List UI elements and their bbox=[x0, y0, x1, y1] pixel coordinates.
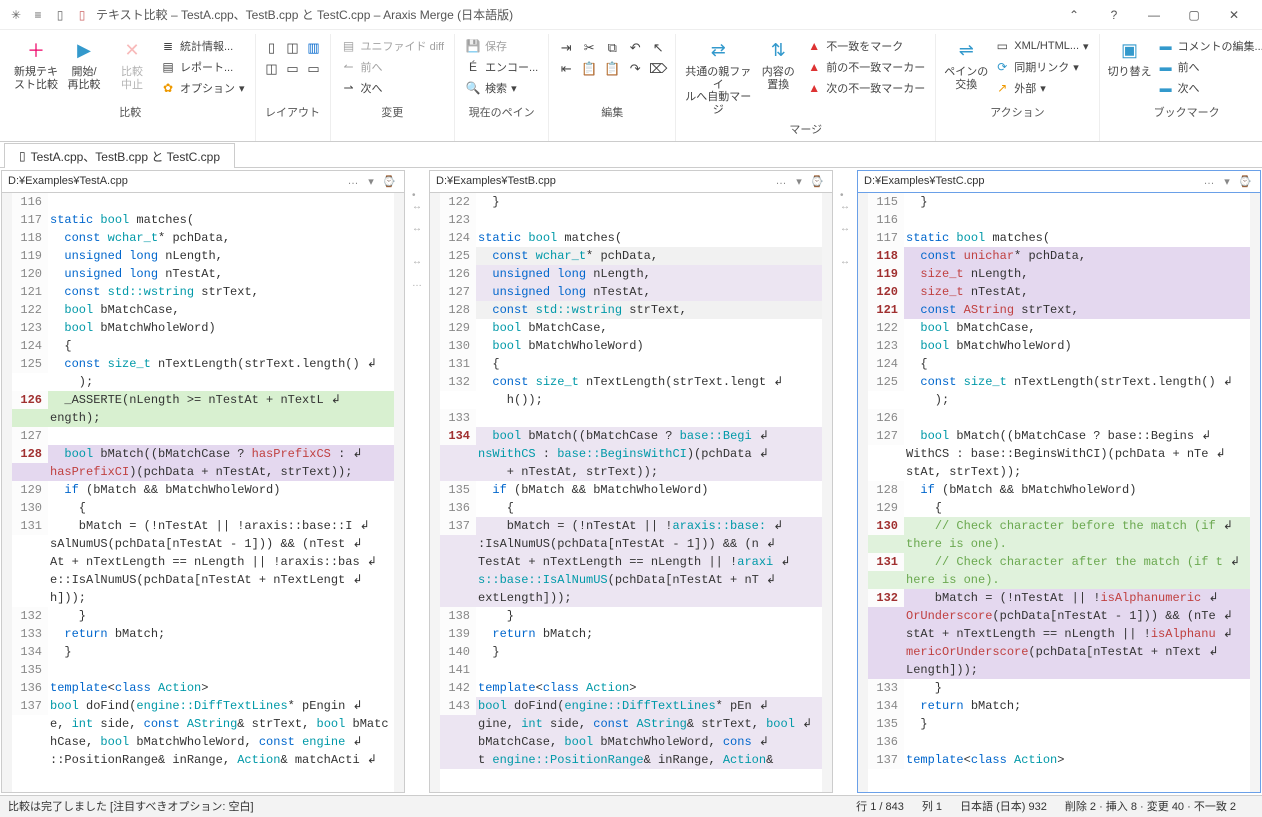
group-merge-label: マージ bbox=[789, 119, 822, 141]
edit-copy[interactable]: ⧉ bbox=[601, 38, 623, 58]
group-compare: ＋新規テキスト比較 ▶開始/再比較 ✕比較中止 ≣統計情報... ▤レポート..… bbox=[6, 34, 256, 141]
pane-b-path: D:¥Examples¥TestB.cpp bbox=[436, 175, 772, 187]
group-layout: ▯ ◫ ▥ ◫ ▭ ▭ レイアウト bbox=[256, 34, 331, 141]
minimize-button[interactable]: — bbox=[1134, 1, 1174, 29]
status-lang: 日本語 (日本) 932 bbox=[960, 798, 1047, 814]
maximize-button[interactable]: ▢ bbox=[1174, 1, 1214, 29]
auto-merge-button[interactable]: ⇄共通の親ファイルへ自動マージ bbox=[682, 34, 754, 119]
pane-menu-icon[interactable]: … bbox=[344, 175, 362, 187]
app-icon: ✳ bbox=[8, 7, 24, 23]
stats-button[interactable]: ≣統計情報... bbox=[156, 36, 249, 56]
group-merge: ⇄共通の親ファイルへ自動マージ ⇅内容の置換 ▲不一致をマーク ▲前の不一致マー… bbox=[676, 34, 936, 141]
prev-change-button[interactable]: ↼前へ bbox=[337, 57, 449, 77]
status-diffs: 削除 2 · 挿入 8 · 変更 40 · 不一致 2 bbox=[1065, 798, 1236, 814]
edit-paste2[interactable]: 📋 bbox=[601, 59, 623, 79]
layout-1[interactable]: ▯ bbox=[262, 38, 282, 58]
pane-menu-icon[interactable]: … bbox=[1200, 175, 1218, 187]
group-bookmark: ▣切り替え ▬コメントの編集... ▬前へ ▬次へ ブックマーク bbox=[1100, 34, 1262, 141]
next-change-button[interactable]: ⇀次へ bbox=[337, 78, 449, 98]
pane-a: D:¥Examples¥TestA.cpp … ▾ ⌚ 116 117stati… bbox=[1, 170, 405, 793]
help-button[interactable]: ? bbox=[1094, 1, 1134, 29]
status-message: 比較は完了しました [注目すべきオプション: 空白] bbox=[8, 798, 254, 814]
up-button[interactable]: ⌃ bbox=[1054, 1, 1094, 29]
edit-help[interactable]: ⌦ bbox=[647, 59, 669, 79]
layout-2[interactable]: ◫ bbox=[283, 38, 303, 58]
bm-prev-button[interactable]: ▬前へ bbox=[1154, 57, 1262, 77]
pane-history-icon[interactable]: ⌚ bbox=[1236, 175, 1254, 188]
new-doc-icon[interactable]: ▯ bbox=[52, 7, 68, 23]
edit-redo[interactable]: ↷ bbox=[624, 59, 646, 79]
pane-dropdown-icon[interactable]: ▾ bbox=[362, 175, 380, 188]
report-button[interactable]: ▤レポート... bbox=[156, 57, 249, 77]
edit-comment-button[interactable]: ▬コメントの編集... bbox=[1154, 36, 1262, 56]
gap-ab: •↔↔↔… bbox=[406, 168, 428, 795]
pane-c-path: D:¥Examples¥TestC.cpp bbox=[864, 175, 1200, 187]
file-icon: ▯ bbox=[19, 149, 26, 163]
options-button[interactable]: ✿オプション ▾ bbox=[156, 78, 249, 98]
pane-menu-icon[interactable]: … bbox=[772, 175, 790, 187]
next-marker-button[interactable]: ▲次の不一致マーカー bbox=[802, 78, 929, 98]
pane-c: D:¥Examples¥TestC.cpp … ▾ ⌚ 115 }116 117… bbox=[857, 170, 1261, 793]
start-recompare-button[interactable]: ▶開始/再比較 bbox=[60, 34, 108, 93]
group-edit: ⇥ ✂ ⧉ ↶ ↖ ⇤ 📋 📋 ↷ ⌦ 編集 bbox=[549, 34, 676, 141]
close-button[interactable]: ✕ bbox=[1214, 1, 1254, 29]
encoding-button[interactable]: Éエンコー... bbox=[461, 57, 542, 77]
bm-next-button[interactable]: ▬次へ bbox=[1154, 78, 1262, 98]
group-layout-label: レイアウト bbox=[265, 102, 320, 124]
status-bar: 比較は完了しました [注目すべきオプション: 空白] 行 1 / 843 列 1… bbox=[0, 795, 1262, 817]
new-text-compare-button[interactable]: ＋新規テキスト比較 bbox=[12, 34, 60, 93]
layout-4[interactable]: ◫ bbox=[262, 59, 282, 79]
pane-b: D:¥Examples¥TestB.cpp … ▾ ⌚ 122 }123 124… bbox=[429, 170, 833, 793]
toggle-bookmark-button[interactable]: ▣切り替え bbox=[1106, 34, 1154, 81]
group-action: ⇌ペインの交換 ▭XML/HTML... ▾ ⟳同期リンク ▾ ↗外部 ▾ アク… bbox=[936, 34, 1099, 141]
tab-bar: ▯TestA.cpp、TestB.cpp と TestC.cpp bbox=[0, 142, 1262, 168]
workspace: D:¥Examples¥TestA.cpp … ▾ ⌚ 116 117stati… bbox=[0, 168, 1262, 795]
code-area-c[interactable]: 115 }116 117static bool matches(118 cons… bbox=[858, 193, 1260, 792]
titlebar: ✳ ≡ ▯ ▯ テキスト比較 – TestA.cpp、TestB.cpp と T… bbox=[0, 0, 1262, 30]
tab-active[interactable]: ▯TestA.cpp、TestB.cpp と TestC.cpp bbox=[4, 143, 235, 168]
xml-html-button[interactable]: ▭XML/HTML... ▾ bbox=[990, 36, 1092, 56]
pane-history-icon[interactable]: ⌚ bbox=[380, 175, 398, 188]
menu-icon[interactable]: ≡ bbox=[30, 7, 46, 23]
edit-dec-indent[interactable]: ⇤ bbox=[555, 59, 577, 79]
status-col: 列 1 bbox=[922, 798, 942, 814]
edit-cursor[interactable]: ↖ bbox=[647, 38, 669, 58]
gap-bc: •↔↔↔ bbox=[834, 168, 856, 795]
cancel-compare-button[interactable]: ✕比較中止 bbox=[108, 34, 156, 93]
pane-history-icon[interactable]: ⌚ bbox=[808, 175, 826, 188]
external-button[interactable]: ↗外部 ▾ bbox=[990, 78, 1092, 98]
ribbon: ＋新規テキスト比較 ▶開始/再比較 ✕比較中止 ≣統計情報... ▤レポート..… bbox=[0, 30, 1262, 142]
group-bookmark-label: ブックマーク bbox=[1154, 102, 1220, 124]
layout-6[interactable]: ▭ bbox=[304, 59, 324, 79]
pane-dropdown-icon[interactable]: ▾ bbox=[1218, 175, 1236, 188]
layout-5[interactable]: ▭ bbox=[283, 59, 303, 79]
edit-paste[interactable]: 📋 bbox=[578, 59, 600, 79]
code-area-b[interactable]: 122 }123 124static bool matches(125 cons… bbox=[430, 193, 832, 792]
group-compare-label: 比較 bbox=[119, 102, 141, 124]
swap-panes-button[interactable]: ⇌ペインの交換 bbox=[942, 34, 990, 93]
search-button[interactable]: 🔍検索 ▾ bbox=[461, 78, 542, 98]
edit-inc-indent[interactable]: ⇥ bbox=[555, 38, 577, 58]
save-button[interactable]: 💾保存 bbox=[461, 36, 542, 56]
group-currentpane: 💾保存 Éエンコー... 🔍検索 ▾ 現在のペイン bbox=[455, 34, 549, 141]
group-change-label: 変更 bbox=[381, 102, 403, 124]
window-title: テキスト比較 – TestA.cpp、TestB.cpp と TestC.cpp… bbox=[96, 6, 1054, 23]
layout-3[interactable]: ▥ bbox=[304, 38, 324, 58]
pane-dropdown-icon[interactable]: ▾ bbox=[790, 175, 808, 188]
sync-link-button[interactable]: ⟳同期リンク ▾ bbox=[990, 57, 1092, 77]
content-replace-button[interactable]: ⇅内容の置換 bbox=[754, 34, 802, 93]
new-doc-plus-icon[interactable]: ▯ bbox=[74, 7, 90, 23]
group-change: ▤ユニファイド diff ↼前へ ⇀次へ 変更 bbox=[331, 34, 456, 141]
edit-undo[interactable]: ↶ bbox=[624, 38, 646, 58]
group-action-label: アクション bbox=[990, 102, 1044, 124]
status-line: 行 1 / 843 bbox=[856, 798, 904, 814]
group-currentpane-label: 現在のペイン bbox=[469, 102, 535, 124]
prev-marker-button[interactable]: ▲前の不一致マーカー bbox=[802, 57, 929, 77]
code-area-a[interactable]: 116 117static bool matches(118 const wch… bbox=[2, 193, 404, 792]
edit-cut[interactable]: ✂ bbox=[578, 38, 600, 58]
unified-diff-button[interactable]: ▤ユニファイド diff bbox=[337, 36, 449, 56]
group-edit-label: 編集 bbox=[601, 102, 623, 124]
pane-a-path: D:¥Examples¥TestA.cpp bbox=[8, 175, 344, 187]
mark-diff-button[interactable]: ▲不一致をマーク bbox=[802, 36, 929, 56]
